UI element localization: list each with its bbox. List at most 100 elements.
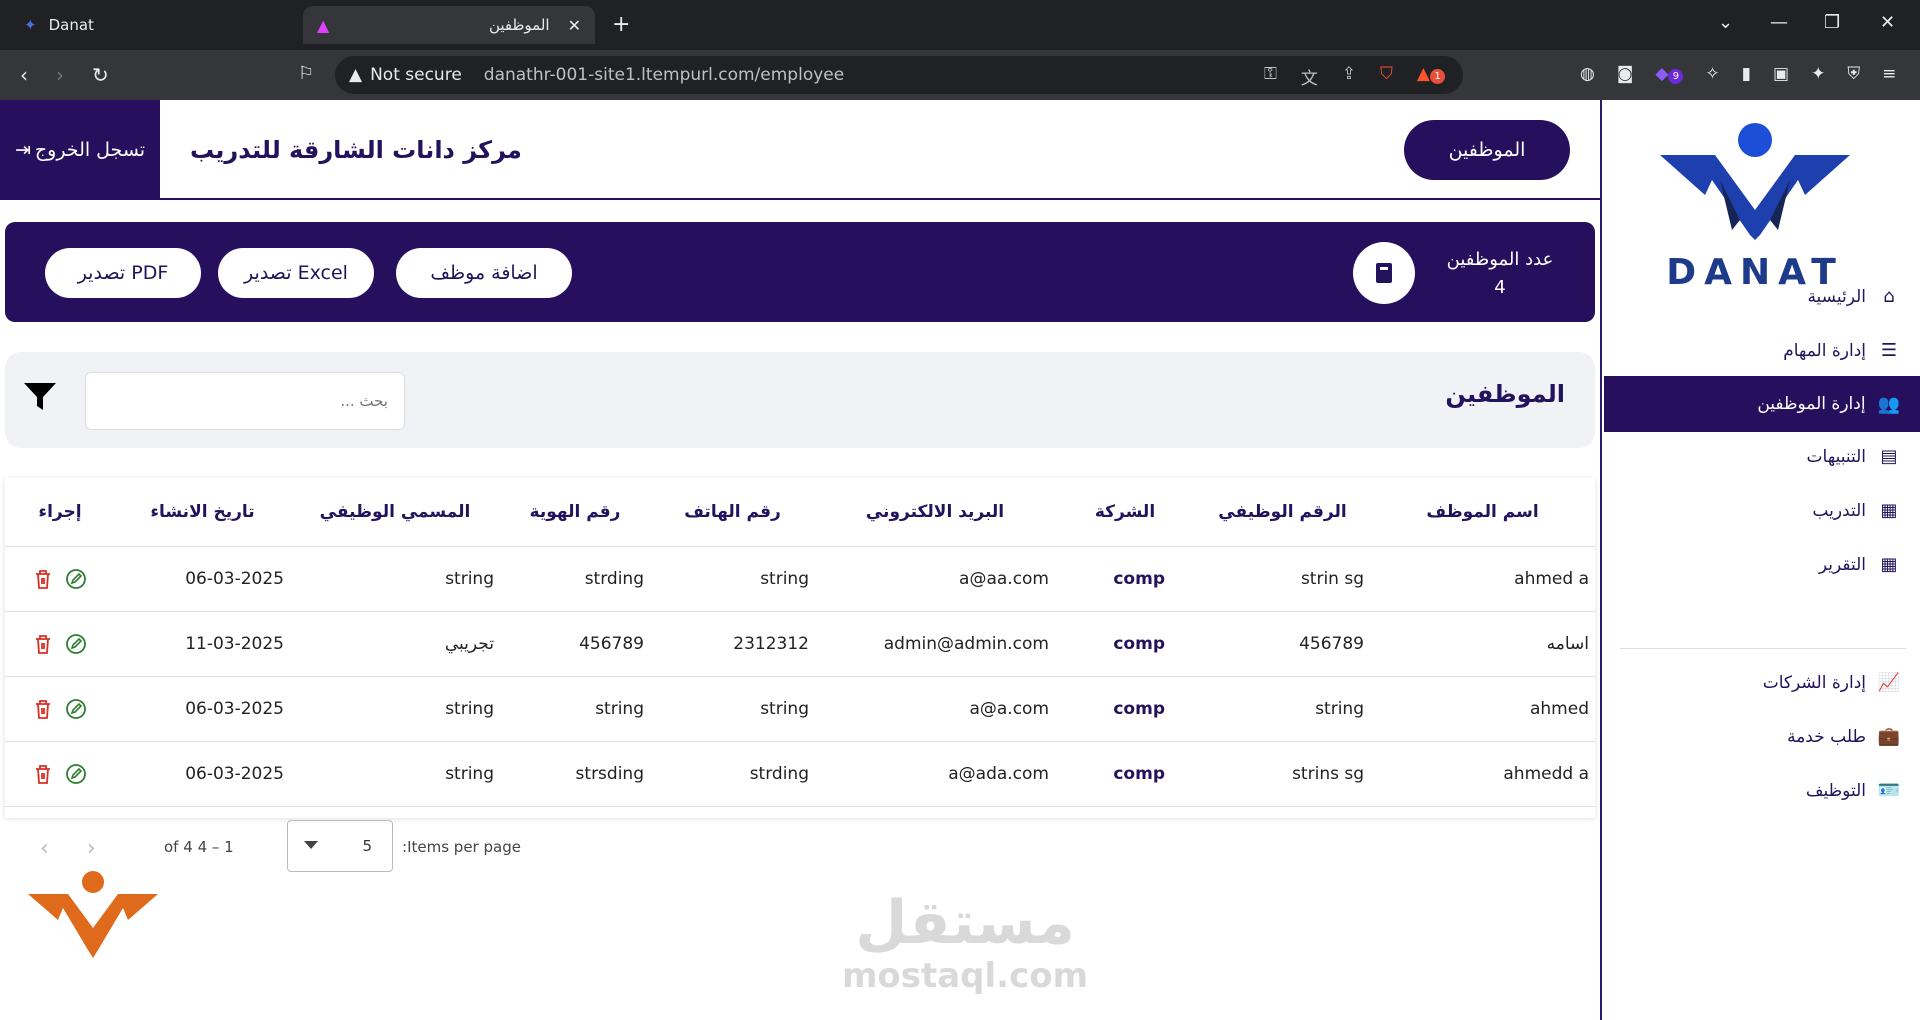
sidebar-item-training[interactable]: ▦ التدريب: [1812, 500, 1900, 521]
col-created-date[interactable]: تاريخ الانشاء: [115, 478, 290, 547]
close-window-icon[interactable]: ✕: [1880, 12, 1895, 33]
add-employee-button[interactable]: اضافة موظف: [396, 248, 572, 298]
sidebar-item-service-request[interactable]: 💼 طلب خدمة: [1787, 726, 1900, 747]
leo-ai-icon[interactable]: ✦: [1811, 64, 1825, 84]
url-text[interactable]: danathr-001-site1.ltempurl.com/employee: [484, 65, 844, 85]
not-secure-label[interactable]: Not secure: [370, 65, 462, 85]
cell-emp-no: 456789: [1195, 611, 1370, 677]
cell-name: اسامه: [1370, 611, 1595, 677]
sidebar-item-label: الرئيسية: [1807, 286, 1866, 307]
cell-phone: strding: [650, 741, 815, 807]
new-tab-icon[interactable]: +: [612, 12, 630, 37]
maximize-icon[interactable]: ❐: [1824, 12, 1840, 33]
col-job-title[interactable]: المسمي الوظيفي: [290, 478, 500, 547]
forward-icon[interactable]: ›: [56, 63, 64, 87]
col-email[interactable]: البريد الالكتروني: [815, 478, 1055, 547]
export-pdf-button[interactable]: تصدير PDF: [45, 248, 201, 298]
app-header: تسجل الخروج ⇥ مركز دانات الشارقة للتدريب…: [0, 100, 1600, 200]
logout-button[interactable]: تسجل الخروج ⇥: [0, 100, 160, 200]
extensions-puzzle-icon[interactable]: ✧: [1705, 64, 1719, 84]
sidebar-item-report[interactable]: ▦ التقرير: [1819, 554, 1900, 575]
employees-table-card: إجراء تاريخ الانشاء المسمي الوظيفي رقم ا…: [5, 478, 1595, 818]
brave-shield-icon[interactable]: ⛉: [1380, 64, 1393, 89]
edit-icon[interactable]: [65, 763, 87, 785]
cell-email: a@a.com: [815, 676, 1055, 742]
minimize-icon[interactable]: —: [1770, 12, 1788, 33]
col-employee-name[interactable]: اسم الموظف: [1370, 478, 1595, 547]
reload-icon[interactable]: ↻: [92, 63, 109, 87]
danat-logo-icon: [1660, 123, 1850, 240]
cell-name: ahmed: [1370, 676, 1595, 742]
cell-date: 06-03-2025: [115, 676, 290, 742]
cell-emp-no: strin sg: [1195, 546, 1370, 612]
delete-icon[interactable]: [33, 633, 53, 655]
col-actions[interactable]: إجراء: [5, 478, 115, 547]
cell-email: a@ada.com: [815, 741, 1055, 807]
cell-company: comp: [1055, 676, 1195, 742]
sidebar-item-companies[interactable]: 📈 إدارة الشركات: [1763, 672, 1900, 693]
browser-tab-employees[interactable]: ▲ الموظفين ✕: [303, 6, 595, 44]
center-title: مركز دانات الشارقة للتدريب: [190, 136, 522, 164]
sidebar-item-label: التنبيهات: [1806, 446, 1866, 467]
col-company[interactable]: الشركة: [1055, 478, 1195, 547]
col-phone[interactable]: رقم الهاتف: [650, 478, 815, 547]
menu-icon[interactable]: ≡: [1882, 64, 1896, 84]
brave-rewards-icon[interactable]: ▲ 1: [1417, 64, 1445, 89]
cell-email: a@aa.com: [815, 546, 1055, 612]
share-icon[interactable]: ⇪: [1342, 64, 1356, 89]
cell-id: strsding: [500, 741, 650, 807]
sidebar-item-employees[interactable]: 👥 إدارة الموظفين: [1604, 376, 1920, 432]
close-tab-icon[interactable]: ✕: [568, 16, 581, 35]
wallet-icon[interactable]: ▣: [1773, 64, 1789, 84]
cell-date: 06-03-2025: [115, 741, 290, 807]
tab-title: Danat: [48, 16, 94, 34]
key-icon[interactable]: ⚿: [1264, 64, 1277, 89]
bookmark-icon[interactable]: ⚐: [298, 63, 314, 84]
filter-icon[interactable]: [23, 382, 57, 412]
camera-icon[interactable]: ◙: [1617, 64, 1634, 84]
previous-page-icon[interactable]: ‹: [40, 836, 49, 861]
address-bar-row: ‹ › ↻ ⚐ ▲ Not secure danathr-001-site1.l…: [0, 50, 1920, 100]
cell-company: comp: [1055, 741, 1195, 807]
edit-icon[interactable]: [65, 568, 87, 590]
export-excel-button[interactable]: تصدير Excel: [218, 248, 374, 298]
edit-icon[interactable]: [65, 698, 87, 720]
tab-search-icon[interactable]: ⌄: [1718, 12, 1733, 33]
col-id-number[interactable]: رقم الهوية: [500, 478, 650, 547]
cell-emp-no: strins sg: [1195, 741, 1370, 807]
employees-pill-button[interactable]: الموظفين: [1404, 120, 1570, 180]
next-page-icon[interactable]: ›: [87, 836, 96, 861]
delete-icon[interactable]: [33, 568, 53, 590]
sidebar-item-alerts[interactable]: ▤ التنبيهات: [1807, 446, 1900, 467]
page-size-select[interactable]: 5: [287, 820, 393, 872]
omnibox[interactable]: ▲ Not secure danathr-001-site1.ltempurl.…: [335, 56, 1463, 94]
danat-orange-logo-icon: [28, 871, 158, 958]
vpn-icon[interactable]: ⛨: [1847, 64, 1860, 84]
globe-icon[interactable]: ◍: [1580, 64, 1595, 84]
delete-icon[interactable]: [33, 763, 53, 785]
translate-icon[interactable]: 文: [1301, 64, 1318, 89]
cell-company: comp: [1055, 611, 1195, 677]
app-page: تسجل الخروج ⇥ مركز دانات الشارقة للتدريب…: [0, 100, 1920, 1020]
row-actions: [5, 546, 115, 612]
home-icon: ⌂: [1883, 286, 1895, 307]
paginator: ‹ › 1 – 4 of 4 5 Items per page:: [30, 818, 530, 878]
extension-badge-icon[interactable]: ◆ 9: [1655, 64, 1684, 84]
row-actions: [5, 611, 115, 677]
sidebar-item-hiring[interactable]: 🪪 التوظيف: [1806, 780, 1900, 801]
sidebar-divider: [1620, 648, 1906, 649]
page-range: 1 – 4 of 4: [164, 838, 234, 856]
browser-tab-danat[interactable]: ✦ Danat: [10, 6, 290, 44]
sidebar-item-tasks[interactable]: ☰ إدارة المهام: [1783, 340, 1900, 361]
col-employee-number[interactable]: الرقم الوظيفي: [1195, 478, 1370, 547]
edit-icon[interactable]: [65, 633, 87, 655]
back-icon[interactable]: ‹: [20, 63, 28, 87]
watermark-ar: مستقل: [855, 888, 1075, 958]
sidebar-item-label: التدريب: [1812, 500, 1866, 521]
sidebar-item-home[interactable]: ⌂ الرئيسية: [1807, 286, 1900, 307]
delete-icon[interactable]: [33, 698, 53, 720]
search-input[interactable]: [85, 372, 405, 430]
sidebar-toggle-icon[interactable]: ▮: [1742, 64, 1751, 84]
cell-date: 06-03-2025: [115, 546, 290, 612]
mostaql-watermark: مستقل mostaql.com: [840, 890, 1090, 996]
